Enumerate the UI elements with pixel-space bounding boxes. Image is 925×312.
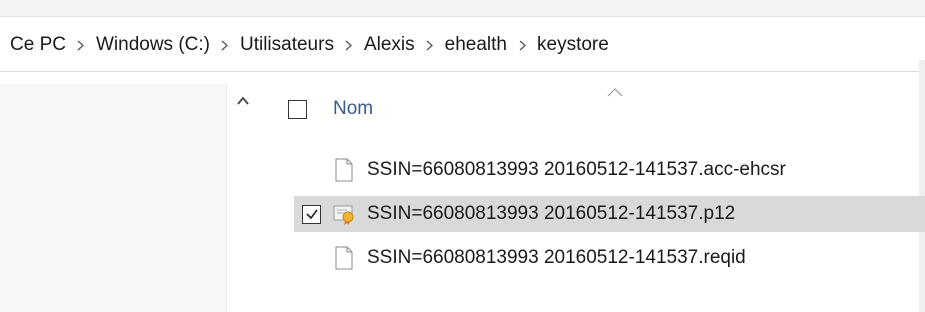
navigation-pane-scrollbar[interactable] bbox=[226, 84, 258, 312]
blank-file-icon bbox=[332, 245, 356, 271]
file-name: SSIN=66080813993 20160512-141537.acc-ehc… bbox=[367, 159, 786, 180]
file-name: SSIN=66080813993 20160512-141537.reqid bbox=[367, 247, 746, 268]
sort-ascending-icon bbox=[607, 84, 623, 97]
certificate-file-icon bbox=[332, 201, 356, 227]
select-all-checkbox[interactable] bbox=[288, 99, 307, 119]
navigation-pane[interactable] bbox=[0, 84, 226, 312]
scroll-up-arrow-icon[interactable] bbox=[236, 94, 250, 106]
breadcrumb: Ce PC Windows (C:) Utilisateurs Alexis e… bbox=[8, 17, 611, 73]
chevron-right-icon[interactable] bbox=[68, 17, 94, 73]
row-checkbox-slot[interactable] bbox=[302, 204, 321, 224]
chevron-right-icon[interactable] bbox=[417, 17, 443, 73]
column-header-row: Nom bbox=[288, 96, 373, 122]
breadcrumb-ehealth[interactable]: ehealth bbox=[443, 34, 509, 56]
breadcrumb-drive-c[interactable]: Windows (C:) bbox=[94, 34, 212, 56]
row-checkbox-checked[interactable] bbox=[302, 204, 321, 224]
blank-file-icon bbox=[332, 157, 356, 183]
breadcrumb-keystore[interactable]: keystore bbox=[535, 34, 611, 56]
file-row[interactable]: SSIN=66080813993 20160512-141537.reqid bbox=[294, 240, 925, 276]
chevron-right-icon[interactable] bbox=[336, 17, 362, 73]
file-name: SSIN=66080813993 20160512-141537.p12 bbox=[367, 203, 736, 224]
window-top-strip bbox=[0, 0, 925, 16]
file-row-selected[interactable]: SSIN=66080813993 20160512-141537.p12 bbox=[294, 196, 925, 232]
column-header-name[interactable]: Nom bbox=[333, 98, 373, 120]
breadcrumb-users[interactable]: Utilisateurs bbox=[238, 34, 336, 56]
file-row[interactable]: SSIN=66080813993 20160512-141537.acc-ehc… bbox=[294, 152, 925, 188]
chevron-right-icon[interactable] bbox=[212, 17, 238, 73]
toolbar-gap bbox=[0, 72, 925, 84]
address-bar[interactable]: Ce PC Windows (C:) Utilisateurs Alexis e… bbox=[0, 16, 925, 72]
breadcrumb-user-folder[interactable]: Alexis bbox=[362, 34, 417, 56]
chevron-right-icon[interactable] bbox=[509, 17, 535, 73]
breadcrumb-this-pc[interactable]: Ce PC bbox=[8, 34, 68, 56]
